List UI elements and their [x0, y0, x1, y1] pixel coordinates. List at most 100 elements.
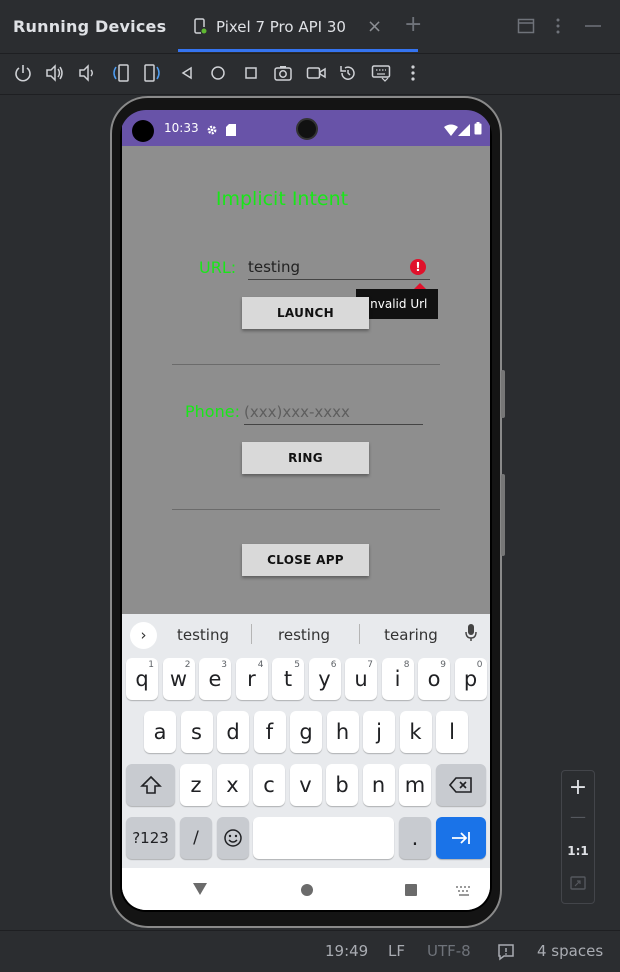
close-tab-icon[interactable]: × [367, 16, 382, 37]
slash-key[interactable]: / [180, 817, 212, 859]
divider [172, 509, 440, 510]
window-layout-icon[interactable] [517, 17, 535, 39]
actual-size-button[interactable]: 1:1 [562, 844, 594, 858]
key-i[interactable]: i8 [381, 658, 414, 700]
launch-button[interactable]: LAUNCH [242, 297, 369, 329]
nav-home-icon[interactable] [300, 882, 314, 901]
phone-label: Phone: [185, 402, 240, 421]
overview-icon[interactable] [241, 63, 263, 85]
key-t[interactable]: t5 [272, 658, 304, 700]
phone-field[interactable]: (xxx)xxx-xxxx [244, 403, 423, 425]
period-key[interactable]: . [399, 817, 431, 859]
key-f[interactable]: f [253, 711, 286, 753]
front-camera-cutout [132, 120, 154, 142]
reset-icon[interactable] [338, 63, 360, 85]
status-time: 10:33 [164, 121, 199, 135]
wifi-icon [444, 121, 458, 140]
nav-back-icon[interactable] [192, 881, 208, 900]
key-y[interactable]: y6 [308, 658, 341, 700]
emulator-toolbar [0, 55, 620, 95]
zoom-in-button[interactable]: + [562, 775, 594, 800]
key-a[interactable]: a [144, 711, 176, 753]
key-o[interactable]: o9 [418, 658, 450, 700]
key-k[interactable]: k [399, 711, 432, 753]
key-p[interactable]: p0 [454, 658, 487, 700]
more-icon[interactable] [403, 63, 425, 85]
file-encoding[interactable]: UTF-8 [427, 942, 471, 960]
settings-icon [206, 121, 218, 140]
key-letter: o [427, 667, 441, 691]
key-h[interactable]: h [326, 711, 359, 753]
rotate-left-icon[interactable] [110, 63, 132, 85]
symbols-key[interactable]: ?123 [126, 817, 175, 859]
suggestion-item[interactable]: testing [168, 626, 238, 644]
home-icon[interactable] [208, 63, 230, 85]
ring-button[interactable]: RING [242, 442, 369, 474]
app-content: Implicit Intent URL: testing ! Invalid U… [122, 146, 490, 614]
add-tab-icon[interactable]: + [404, 12, 422, 37]
emoji-key[interactable] [217, 817, 249, 859]
suggestion-item[interactable]: resting [270, 626, 338, 644]
options-icon[interactable] [554, 17, 562, 39]
key-c[interactable]: c [253, 764, 285, 806]
url-field[interactable]: testing [248, 258, 430, 280]
key-number-hint: 1 [148, 660, 154, 670]
power-icon[interactable] [13, 63, 35, 85]
error-icon: ! [410, 259, 426, 275]
indent-setting[interactable]: 4 spaces [537, 942, 603, 960]
signal-icon [458, 121, 470, 140]
running-devices-header: Running Devices Pixel 7 Pro API 30 × + [0, 0, 620, 54]
keyboard-icon[interactable] [371, 63, 393, 85]
phone-screen-bezel: 10:33 Implicit Intent URL: testing ! Inv… [120, 110, 492, 912]
rotate-right-icon[interactable] [143, 63, 165, 85]
zoom-out-button[interactable]: — [562, 807, 594, 826]
minimize-icon[interactable] [584, 17, 602, 39]
fit-screen-icon[interactable] [570, 875, 586, 895]
screenshot-icon[interactable] [273, 63, 295, 85]
space-key[interactable] [253, 817, 394, 859]
shift-key[interactable] [126, 764, 175, 806]
key-b[interactable]: b [326, 764, 358, 806]
page-title: Implicit Intent [215, 188, 349, 210]
key-j[interactable]: j [363, 711, 395, 753]
key-u[interactable]: u7 [345, 658, 377, 700]
key-v[interactable]: v [289, 764, 322, 806]
backspace-key[interactable] [436, 764, 486, 806]
volume-up-icon[interactable] [45, 63, 67, 85]
panel-title: Running Devices [13, 17, 167, 36]
line-separator[interactable]: LF [388, 942, 405, 960]
suggestion-bar: › testing resting tearing [122, 614, 490, 654]
key-w[interactable]: w2 [162, 658, 195, 700]
key-d[interactable]: d [217, 711, 249, 753]
nav-overview-icon[interactable] [404, 882, 418, 901]
key-letter: p [463, 667, 478, 691]
back-icon[interactable] [177, 63, 199, 85]
key-e[interactable]: e3 [199, 658, 231, 700]
key-number-hint: 6 [330, 660, 337, 670]
key-r[interactable]: r4 [235, 658, 268, 700]
volume-down-icon[interactable] [77, 63, 99, 85]
key-m[interactable]: m [399, 764, 431, 806]
key-x[interactable]: x [216, 764, 249, 806]
key-g[interactable]: g [290, 711, 322, 753]
key-s[interactable]: s [180, 711, 213, 753]
keyboard-switch-icon[interactable] [456, 882, 472, 901]
key-z[interactable]: z [180, 764, 212, 806]
battery-icon [474, 120, 482, 139]
key-number-hint: 7 [367, 660, 373, 670]
caret-position[interactable]: 19:49 [325, 942, 368, 960]
zoom-controls: + — 1:1 [561, 770, 595, 904]
microphone-icon[interactable] [465, 624, 477, 646]
key-l[interactable]: l [436, 711, 468, 753]
enter-key[interactable] [436, 817, 486, 859]
suggestion-item[interactable]: tearing [374, 626, 448, 644]
key-q[interactable]: q1 [126, 658, 158, 700]
key-letter: e [208, 667, 222, 691]
tab-pixel-7-pro[interactable]: Pixel 7 Pro API 30 × + [178, 0, 422, 54]
key-number-hint: 0 [476, 660, 483, 670]
key-number-hint: 2 [184, 660, 191, 670]
key-n[interactable]: n [362, 764, 395, 806]
close-app-button[interactable]: CLOSE APP [242, 544, 369, 576]
screen-record-icon[interactable] [306, 63, 328, 85]
notifications-icon[interactable] [497, 943, 515, 965]
